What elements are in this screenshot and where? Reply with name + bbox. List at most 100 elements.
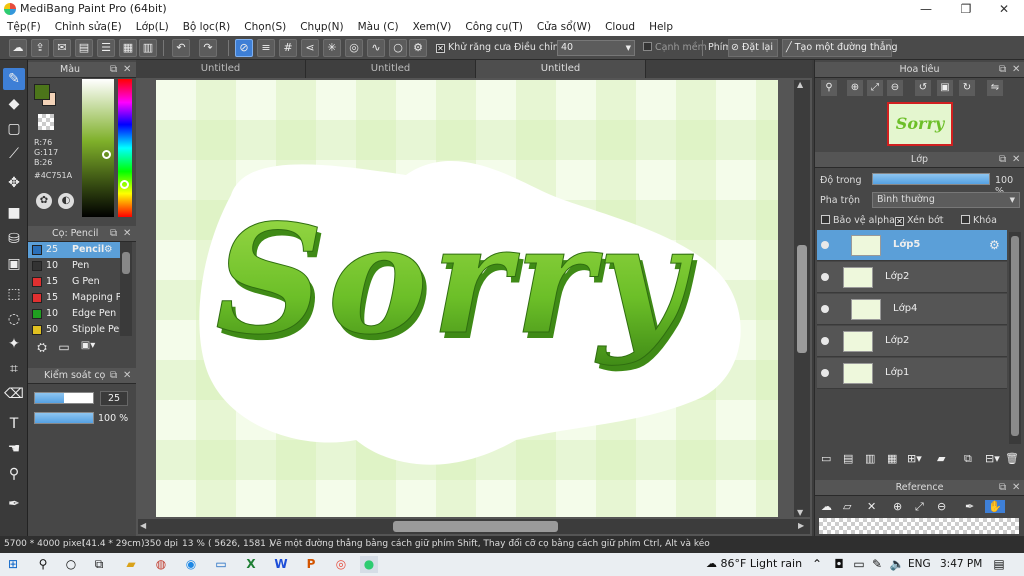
color-value-picker[interactable] bbox=[82, 79, 114, 217]
document-icon[interactable]: ▦ bbox=[119, 39, 137, 57]
layer-scrollbar[interactable] bbox=[1009, 232, 1021, 444]
camera-icon[interactable]: ◘ bbox=[830, 556, 848, 573]
powerpoint-icon[interactable]: P bbox=[302, 556, 320, 573]
close-button[interactable]: ✕ bbox=[984, 0, 1024, 18]
folder-icon[interactable]: ▰ bbox=[937, 452, 945, 465]
search-icon[interactable]: ⚲ bbox=[34, 556, 52, 573]
blend-mode-dropdown[interactable]: Bình thường ▼ bbox=[872, 192, 1020, 208]
flip-icon[interactable]: ⇋ bbox=[987, 80, 1003, 96]
bucket-tool-icon[interactable]: ⛁ bbox=[3, 228, 25, 250]
scroll-thumb[interactable] bbox=[1011, 236, 1019, 436]
brush-item[interactable]: 15 Mapping P bbox=[28, 290, 120, 306]
rotate-left-icon[interactable]: ↺ bbox=[915, 80, 931, 96]
visibility-icon[interactable] bbox=[821, 241, 829, 249]
horizontal-scrollbar[interactable]: ◀ ▶ bbox=[138, 519, 810, 534]
cloud-icon[interactable]: ☁ bbox=[9, 39, 27, 57]
concentric-icon[interactable]: ◎ bbox=[345, 39, 363, 57]
tab-untitled-1[interactable]: Untitled bbox=[136, 60, 306, 78]
scroll-thumb[interactable] bbox=[797, 245, 807, 353]
menu-color[interactable]: Màu (C) bbox=[351, 21, 406, 33]
close-icon[interactable]: ✕ bbox=[1012, 62, 1020, 78]
reset-button[interactable]: ⊘ Đặt lại bbox=[728, 39, 778, 57]
volume-icon[interactable]: 🔈 bbox=[888, 556, 906, 573]
tab-untitled-3[interactable]: Untitled bbox=[476, 60, 646, 78]
menu-window[interactable]: Cửa sổ(W) bbox=[530, 21, 598, 33]
brush-item[interactable]: 10 Pen bbox=[28, 258, 120, 274]
scroll-thumb[interactable] bbox=[393, 521, 558, 532]
visibility-icon[interactable] bbox=[821, 337, 829, 345]
eyedropper-icon[interactable]: ✒ bbox=[965, 500, 974, 513]
redo-icon[interactable]: ↷ bbox=[199, 39, 217, 57]
close-icon[interactable]: ✕ bbox=[1012, 480, 1020, 496]
clock[interactable]: 3:47 PM bbox=[940, 558, 982, 570]
new-1bit-layer-icon[interactable]: ▦ bbox=[887, 452, 897, 465]
brush-item[interactable]: 10 Edge Pen bbox=[28, 306, 120, 322]
list-icon[interactable]: ☰ bbox=[97, 39, 115, 57]
brush-scrollbar[interactable] bbox=[120, 242, 132, 336]
gear-icon[interactable]: ⚙ bbox=[104, 242, 113, 258]
navigator-thumbnail[interactable]: Sorry bbox=[887, 102, 953, 146]
cortana-icon[interactable]: ○ bbox=[62, 556, 80, 573]
zoom-out-icon[interactable]: ⊖ bbox=[887, 80, 903, 96]
minimize-button[interactable]: — bbox=[906, 0, 946, 18]
layer-row[interactable]: Lớp2 bbox=[817, 326, 1007, 357]
layer-menu-icon[interactable]: ⊞▾ bbox=[907, 452, 922, 465]
windows-start-icon[interactable]: ⊞ bbox=[4, 556, 22, 573]
vertical-scrollbar[interactable]: ▲ ▼ bbox=[794, 80, 810, 517]
delete-layer-icon[interactable]: 🗑 bbox=[1005, 452, 1019, 465]
zoom-icon[interactable]: ⚲ bbox=[821, 80, 837, 96]
no-snap-icon[interactable]: ⊘ bbox=[235, 39, 253, 57]
medibang-icon[interactable]: ● bbox=[360, 556, 378, 573]
lock-checkbox[interactable]: Khóa bbox=[961, 215, 997, 226]
select-pen-tool-icon[interactable]: ⌗ bbox=[3, 358, 25, 380]
scroll-left-icon[interactable]: ◀ bbox=[140, 521, 146, 530]
hue-slider[interactable] bbox=[118, 79, 132, 217]
layout-icon[interactable]: ▥ bbox=[139, 39, 157, 57]
palette-icon[interactable]: ✿ bbox=[36, 193, 52, 209]
gradient-tool-icon[interactable]: ▣ bbox=[3, 253, 25, 275]
undock-icon[interactable]: ⧉ bbox=[110, 368, 117, 384]
layer-opacity-slider[interactable] bbox=[872, 173, 990, 185]
clipping-checkbox[interactable]: ✕ Xén bớt bbox=[895, 215, 944, 226]
tab-untitled-2[interactable]: Untitled bbox=[306, 60, 476, 78]
brush-tool-icon[interactable]: ✎ bbox=[3, 68, 25, 90]
close-icon[interactable]: ✕ bbox=[1012, 152, 1020, 168]
layer-row[interactable]: Lớp2 bbox=[817, 262, 1007, 293]
rotate-right-icon[interactable]: ↻ bbox=[959, 80, 975, 96]
zoom-out-icon[interactable]: ⊖ bbox=[937, 500, 946, 513]
lasso-tool-icon[interactable]: ◌ bbox=[3, 308, 25, 330]
text-tool-icon[interactable]: T bbox=[3, 413, 25, 435]
menu-file[interactable]: Tệp(F) bbox=[0, 21, 48, 33]
drawing-canvas[interactable]: Sorry Sorry bbox=[156, 80, 778, 517]
scroll-right-icon[interactable]: ▶ bbox=[798, 521, 804, 530]
close-icon[interactable]: ✕ bbox=[867, 500, 876, 513]
layer-row[interactable]: Lớp4 bbox=[817, 294, 1007, 325]
fit-icon[interactable]: ⤢ bbox=[867, 80, 883, 96]
menu-select[interactable]: Chọn(S) bbox=[237, 21, 293, 33]
folder-open-icon[interactable]: ▱ bbox=[843, 500, 851, 513]
edge-icon[interactable]: ◉ bbox=[182, 556, 200, 573]
visibility-icon[interactable] bbox=[821, 369, 829, 377]
menu-filter[interactable]: Bộ lọc(R) bbox=[176, 21, 238, 33]
new-brush-icon[interactable]: ▭ bbox=[56, 340, 72, 356]
antialias-checkbox[interactable]: ✕ Khử răng cưa bbox=[436, 42, 511, 53]
app-icon[interactable]: ◍ bbox=[152, 556, 170, 573]
gear-icon[interactable]: ⚙ bbox=[989, 238, 1000, 252]
menu-edit[interactable]: Chỉnh sửa(E) bbox=[48, 21, 129, 33]
undock-icon[interactable]: ⧉ bbox=[110, 226, 117, 242]
layer-row[interactable]: Lớp1 bbox=[817, 358, 1007, 389]
menu-layer[interactable]: Lớp(L) bbox=[129, 21, 176, 33]
brush-item[interactable]: 25 Pencil ⚙ bbox=[28, 242, 120, 258]
circle-snap-icon[interactable]: ○ bbox=[389, 39, 407, 57]
parallel-snap-icon[interactable]: ≡ bbox=[257, 39, 275, 57]
undock-icon[interactable]: ⧉ bbox=[110, 62, 117, 78]
network-icon[interactable]: ▭ bbox=[850, 556, 868, 573]
transparent-swatch[interactable] bbox=[38, 114, 54, 130]
language-indicator[interactable]: ENG bbox=[908, 558, 931, 570]
dropper-tool-icon[interactable]: ✒ bbox=[3, 493, 25, 515]
file-explorer-icon[interactable]: ▰ bbox=[122, 556, 140, 573]
word-icon[interactable]: W bbox=[272, 556, 290, 573]
menu-tools[interactable]: Công cụ(T) bbox=[458, 21, 529, 33]
layer-row[interactable]: Lớp5 ⚙ bbox=[817, 230, 1007, 261]
perspective-icon[interactable]: ⋖ bbox=[301, 39, 319, 57]
